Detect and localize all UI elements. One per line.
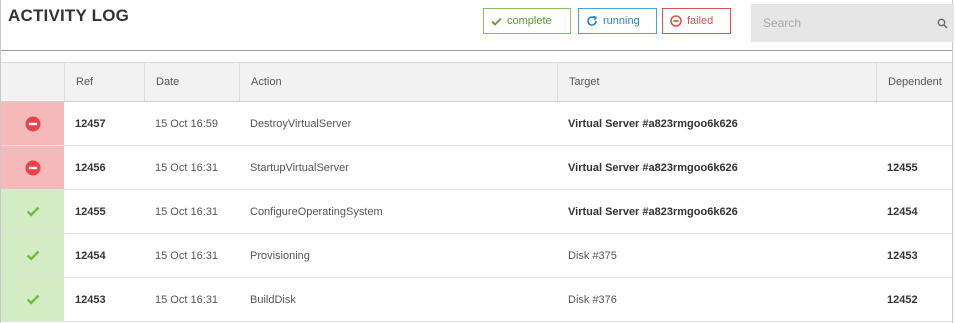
toolbar: ACTIVITY LOG complete running failed (1, 0, 954, 51)
action-cell: ConfigureOperatingSystem (250, 205, 383, 218)
status-complete-icon (1, 278, 64, 321)
action-cell: BuildDisk (250, 293, 296, 306)
column-header-dependent[interactable]: Dependent (876, 63, 952, 101)
filter-running-button[interactable]: running (578, 8, 657, 34)
date-cell: 15 Oct 16:31 (155, 249, 218, 262)
filter-complete-label: complete (507, 15, 552, 27)
status-complete-icon (1, 234, 64, 277)
target-cell: Virtual Server #a823rmgoo6k626 (568, 161, 738, 174)
filter-running-label: running (603, 15, 640, 27)
activity-log-panel: ACTIVITY LOG complete running failed Sea… (0, 0, 954, 323)
table-row[interactable]: 12457 15 Oct 16:59 DestroyVirtualServer … (1, 102, 952, 146)
table-row[interactable]: 12454 15 Oct 16:31 Provisioning Disk #37… (1, 234, 952, 278)
column-header-action[interactable]: Action (239, 63, 557, 101)
search-box (751, 4, 954, 42)
action-cell: StartupVirtualServer (250, 161, 349, 174)
ref-cell: 12453 (75, 293, 106, 306)
ref-cell: 12457 (75, 117, 106, 130)
filter-complete-button[interactable]: complete (483, 8, 571, 34)
date-cell: 15 Oct 16:59 (155, 117, 218, 130)
check-icon (491, 17, 502, 26)
status-failed-icon (1, 146, 64, 189)
column-header-ref[interactable]: Ref (64, 63, 144, 101)
search-input[interactable] (751, 4, 930, 42)
minus-circle-icon (670, 15, 682, 27)
table-row[interactable]: 12453 15 Oct 16:31 BuildDisk Disk #376 1… (1, 278, 952, 322)
column-header-target[interactable]: Target (557, 63, 876, 101)
table-header: Ref Date Action Target Dependent (1, 62, 952, 102)
dependent-cell: 12454 (887, 205, 918, 218)
column-header-date[interactable]: Date (144, 63, 239, 101)
status-failed-icon (1, 102, 64, 145)
action-cell: DestroyVirtualServer (250, 117, 352, 130)
filter-failed-label: failed (687, 15, 714, 27)
status-complete-icon (1, 190, 64, 233)
target-cell: Disk #375 (568, 249, 617, 262)
dependent-cell (876, 102, 952, 145)
table-row[interactable]: 12455 15 Oct 16:31 ConfigureOperatingSys… (1, 190, 952, 234)
dependent-cell: 12452 (887, 293, 918, 306)
date-cell: 15 Oct 16:31 (155, 205, 218, 218)
ref-cell: 12456 (75, 161, 106, 174)
table-row[interactable]: 12456 15 Oct 16:31 StartupVirtualServer … (1, 146, 952, 190)
dependent-cell: 12453 (887, 249, 918, 262)
refresh-icon (586, 15, 598, 27)
target-cell: Virtual Server #a823rmgoo6k626 (568, 205, 738, 218)
target-cell: Virtual Server #a823rmgoo6k626 (568, 117, 738, 130)
date-cell: 15 Oct 16:31 (155, 161, 218, 174)
search-icon[interactable] (930, 4, 954, 42)
column-header-status (1, 63, 64, 101)
page-title: ACTIVITY LOG (8, 6, 130, 25)
date-cell: 15 Oct 16:31 (155, 293, 218, 306)
action-cell: Provisioning (250, 249, 310, 262)
dependent-cell: 12455 (887, 161, 918, 174)
filter-failed-button[interactable]: failed (662, 8, 731, 34)
ref-cell: 12454 (75, 249, 106, 262)
ref-cell: 12455 (75, 205, 106, 218)
target-cell: Disk #376 (568, 293, 617, 306)
